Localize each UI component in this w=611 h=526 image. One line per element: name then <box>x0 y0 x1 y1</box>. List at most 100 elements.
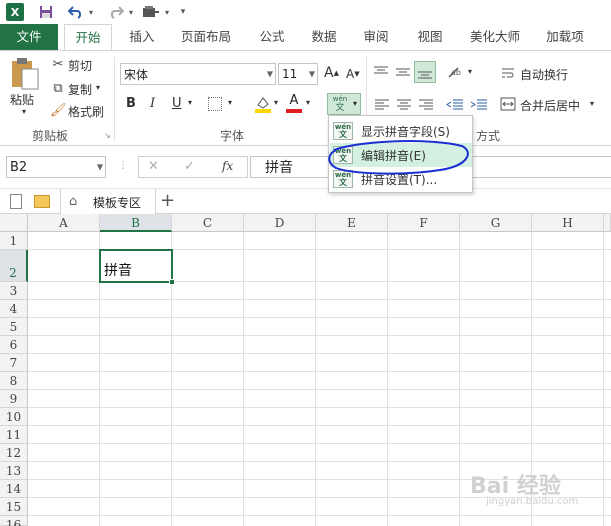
row-header-10[interactable]: 10 <box>0 408 28 426</box>
tab-file[interactable]: 文件 <box>0 24 58 50</box>
font-color-button[interactable]: A <box>286 93 302 113</box>
format-painter-button[interactable]: 格式刷 <box>68 103 104 120</box>
row-header-4[interactable]: 4 <box>0 300 28 318</box>
column-header-b[interactable]: B <box>100 214 172 232</box>
border-icon[interactable] <box>208 97 222 111</box>
align-top-icon[interactable] <box>372 65 390 79</box>
row-header-1[interactable]: 1 <box>0 232 28 250</box>
row-header-3[interactable]: 3 <box>0 282 28 300</box>
folder-icon[interactable] <box>34 195 50 208</box>
fill-handle[interactable] <box>169 279 175 285</box>
template-tab[interactable]: ⌂ 模板专区 <box>60 189 156 215</box>
align-right-icon[interactable] <box>418 97 434 111</box>
tab-beautify-master[interactable]: 美化大师 <box>462 24 528 50</box>
column-header-h[interactable]: H <box>532 214 604 232</box>
font-size-select[interactable]: 11 ▼ <box>278 63 318 85</box>
row-header-15[interactable]: 15 <box>0 498 28 516</box>
tab-home[interactable]: 开始 <box>64 24 112 51</box>
bold-button[interactable]: B <box>126 96 136 111</box>
tab-review[interactable]: 审阅 <box>354 24 398 50</box>
column-header-c[interactable]: C <box>172 214 244 232</box>
row-header-9[interactable]: 9 <box>0 390 28 408</box>
align-bottom-icon[interactable] <box>414 61 436 83</box>
new-file-icon[interactable] <box>10 194 22 209</box>
gridline <box>28 515 611 516</box>
tab-formulas[interactable]: 公式 <box>250 24 294 50</box>
grow-font-button[interactable]: A ▲ <box>324 65 339 81</box>
row-header-5[interactable]: 5 <box>0 318 28 336</box>
add-tab-button[interactable]: + <box>160 190 175 211</box>
gridline <box>28 407 611 408</box>
save-icon[interactable] <box>36 2 56 22</box>
copy-dropdown-icon[interactable]: ▾ <box>96 83 100 92</box>
phonetic-button[interactable]: wén 文 ▾ <box>327 93 361 115</box>
form-dropdown-icon[interactable]: ▾ <box>162 2 172 22</box>
insert-function-icon[interactable]: fx <box>222 159 233 173</box>
row-header-16[interactable]: 16 <box>0 516 28 526</box>
italic-button[interactable]: I <box>150 96 155 111</box>
redo-dropdown-icon[interactable]: ▾ <box>126 2 136 22</box>
redo-icon[interactable] <box>106 2 126 22</box>
paste-dropdown-icon[interactable]: ▾ <box>22 107 26 116</box>
active-cell-b2[interactable]: 拼音 <box>99 249 175 285</box>
copy-button[interactable]: 复制 <box>68 81 92 98</box>
font-color-swatch <box>286 109 302 113</box>
customize-icon[interactable]: ▾ <box>176 2 190 22</box>
watermark-url: jingyan.baidu.com <box>486 496 579 507</box>
paste-button[interactable]: 粘贴 <box>10 91 34 108</box>
merge-center-button[interactable]: 合并后居中 <box>520 97 580 114</box>
column-header-a[interactable]: A <box>28 214 100 232</box>
tab-insert[interactable]: 插入 <box>120 24 164 50</box>
decrease-indent-icon[interactable] <box>446 97 464 111</box>
tab-view[interactable]: 视图 <box>408 24 452 50</box>
tab-page-layout[interactable]: 页面布局 <box>174 24 238 50</box>
name-box[interactable]: B2 ▼ <box>6 156 106 178</box>
tab-data[interactable]: 数据 <box>302 24 346 50</box>
wrap-text-button[interactable]: 自动换行 <box>520 66 568 83</box>
select-all-corner[interactable] <box>0 214 28 232</box>
fill-dropdown-icon[interactable]: ▾ <box>274 98 278 107</box>
column-header-d[interactable]: D <box>244 214 316 232</box>
row-header-7[interactable]: 7 <box>0 354 28 372</box>
font-color-dropdown-icon[interactable]: ▾ <box>306 98 310 107</box>
gridline <box>603 232 604 526</box>
merge-dropdown-icon[interactable]: ▾ <box>590 99 594 108</box>
undo-icon[interactable] <box>66 2 86 22</box>
align-center-icon[interactable] <box>396 97 412 111</box>
row-header-11[interactable]: 11 <box>0 426 28 444</box>
row-header-13[interactable]: 13 <box>0 462 28 480</box>
cancel-icon[interactable]: ✕ <box>148 159 159 174</box>
font-name-select[interactable]: 宋体 ▼ <box>120 63 276 85</box>
orientation-icon[interactable]: ab <box>446 65 466 79</box>
column-header-e[interactable]: E <box>316 214 388 232</box>
align-left-icon[interactable] <box>374 97 390 111</box>
align-middle-icon[interactable] <box>394 65 412 79</box>
gridline <box>28 299 611 300</box>
undo-dropdown-icon[interactable]: ▾ <box>86 2 96 22</box>
row-header-8[interactable]: 8 <box>0 372 28 390</box>
border-dropdown-icon[interactable]: ▾ <box>228 98 232 107</box>
row-header-14[interactable]: 14 <box>0 480 28 498</box>
column-header-i[interactable] <box>604 214 611 232</box>
gridline <box>459 232 460 526</box>
row-header-12[interactable]: 12 <box>0 444 28 462</box>
underline-button[interactable]: U <box>172 96 182 111</box>
underline-dropdown-icon[interactable]: ▾ <box>188 98 192 107</box>
increase-indent-icon[interactable] <box>470 97 488 111</box>
formula-input[interactable]: 拼音 <box>250 156 330 178</box>
paste-icon[interactable] <box>8 57 42 91</box>
orientation-dropdown-icon[interactable]: ▾ <box>468 67 472 76</box>
column-header-g[interactable]: G <box>460 214 532 232</box>
column-header-f[interactable]: F <box>388 214 460 232</box>
fill-color-icon[interactable] <box>254 95 272 113</box>
scissors-icon: ✂ <box>52 57 64 72</box>
form-icon[interactable] <box>140 2 162 22</box>
row-header-2[interactable]: 2 <box>0 250 28 282</box>
drag-handle-icon[interactable]: ⋮ <box>118 160 128 171</box>
cut-button[interactable]: 剪切 <box>68 57 92 74</box>
shrink-font-button[interactable]: A ▼ <box>346 67 360 81</box>
clipboard-launcher-icon[interactable]: ↘ <box>104 131 111 140</box>
enter-icon[interactable]: ✓ <box>184 159 195 174</box>
row-header-6[interactable]: 6 <box>0 336 28 354</box>
tab-addins[interactable]: 加载项 <box>538 24 592 50</box>
